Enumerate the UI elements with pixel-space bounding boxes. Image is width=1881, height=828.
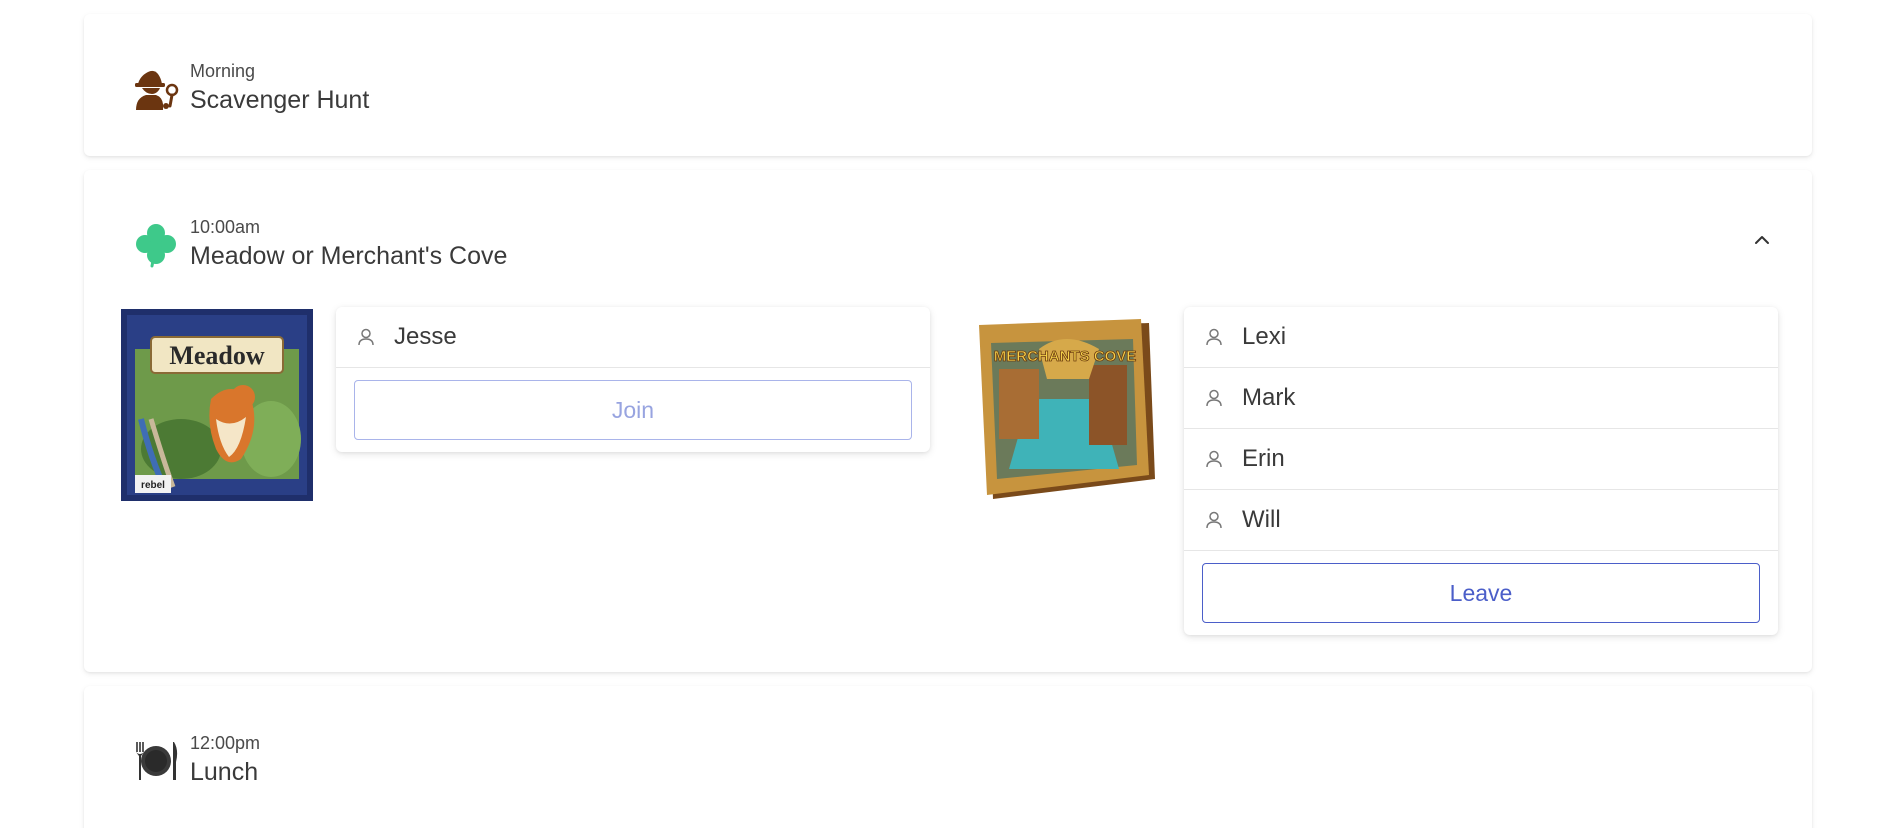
event-title: Lunch (190, 758, 259, 786)
leave-button[interactable]: Leave (1202, 563, 1760, 623)
schedule-page: Morning Scavenger Hunt 10:00am Meadow or… (0, 0, 1881, 828)
merchants-cove-cover-title: MERCHANTS COVE (994, 348, 1137, 365)
event-title: Scavenger Hunt (190, 86, 370, 114)
event-time: Morning (190, 61, 256, 81)
player-row: Erin (1184, 429, 1778, 490)
player-row: Jesse (336, 307, 930, 368)
event-time: 12:00pm (190, 733, 261, 753)
event-header: Morning Scavenger Hunt (132, 60, 369, 116)
event-card-game-choice[interactable]: 10:00am Meadow or Merchant's Cove Meadow… (84, 170, 1812, 672)
event-header: 10:00am Meadow or Merchant's Cove (132, 216, 507, 272)
player-name: Erin (1242, 445, 1285, 472)
event-card-lunch[interactable]: 12:00pm Lunch (84, 686, 1812, 828)
user-icon (1204, 509, 1226, 531)
user-icon (1204, 387, 1226, 409)
clover-icon (132, 220, 180, 268)
user-icon (1204, 448, 1226, 470)
merchants-cove-cover-image: MERCHANTS COVE (969, 309, 1161, 501)
plate-cutlery-icon (132, 736, 180, 784)
player-row: Lexi (1184, 307, 1778, 368)
player-name: Will (1242, 506, 1281, 533)
players-panel-meadow: Jesse Join (336, 307, 930, 452)
player-row: Will (1184, 490, 1778, 551)
player-row: Mark (1184, 368, 1778, 429)
join-button[interactable]: Join (354, 380, 912, 440)
chevron-up-icon[interactable] (1750, 228, 1774, 252)
meadow-cover-publisher: rebel (141, 480, 165, 491)
user-icon (1204, 326, 1226, 348)
user-icon (356, 326, 378, 348)
player-name: Jesse (394, 323, 457, 350)
event-title: Meadow or Merchant's Cove (190, 242, 508, 270)
player-name: Lexi (1242, 323, 1287, 350)
meadow-cover-image: Meadow rebel (121, 309, 313, 501)
event-time: 10:00am (190, 217, 261, 237)
event-card-scavenger-hunt[interactable]: Morning Scavenger Hunt (84, 14, 1812, 156)
event-header: 12:00pm Lunch (132, 732, 260, 788)
players-panel-merchants-cove: Lexi Mark Erin Will Leave (1184, 307, 1778, 635)
player-name: Mark (1242, 384, 1296, 411)
detective-icon (132, 64, 180, 112)
meadow-cover-title: Meadow (169, 341, 265, 370)
